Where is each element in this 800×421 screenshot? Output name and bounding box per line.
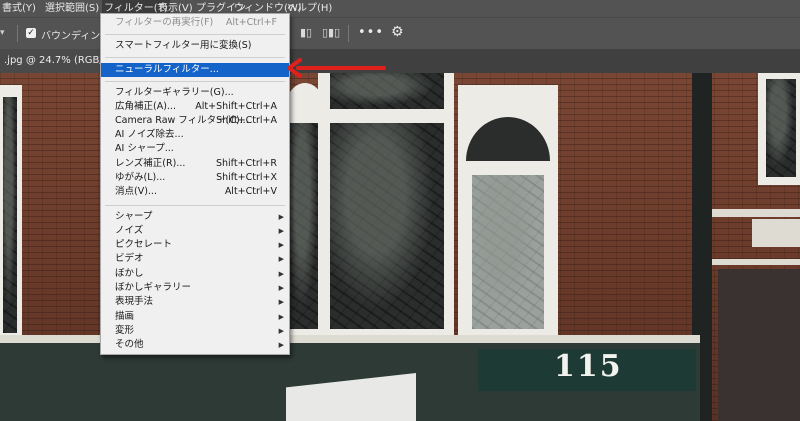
menu-item-label: 変形 — [115, 325, 135, 336]
menu-select[interactable]: 選択範囲(S) — [45, 0, 99, 17]
menu-item-neural-filters[interactable]: ニューラルフィルター... — [101, 63, 289, 77]
menu-item-filter-gallery[interactable]: フィルターギャラリー(G)... — [101, 86, 289, 100]
menu-item-label: AI ノイズ除去... — [115, 129, 184, 140]
menu-separator — [105, 205, 285, 206]
submenu-arrow-icon: ▶ — [278, 227, 284, 235]
menu-item-render[interactable]: 描画 ▶ — [101, 310, 289, 324]
window-glass — [330, 123, 444, 329]
submenu-arrow-icon: ▶ — [278, 255, 284, 263]
align-left-icon[interactable]: ▮▯ — [300, 26, 312, 39]
gear-icon[interactable]: ⚙ — [391, 24, 404, 40]
menu-item-vanishing-point[interactable]: 消点(V)... Alt+Ctrl+V — [101, 185, 289, 199]
options-divider — [17, 25, 18, 42]
storefront — [718, 269, 800, 421]
menu-item-label: 表現手法 — [115, 296, 154, 307]
building-number: 115 — [554, 349, 623, 384]
annotation-arrow-icon — [287, 58, 386, 78]
submenu-arrow-icon: ▶ — [278, 327, 284, 335]
menu-item-label: レンズ補正(R)... — [115, 158, 186, 169]
menu-item-camera-raw[interactable]: Camera Raw フィルター(C)... Shift+Ctrl+A — [101, 114, 289, 128]
menu-item-label: 消点(V)... — [115, 186, 157, 197]
menu-item-label: シャープ — [115, 211, 153, 222]
submenu-arrow-icon: ▶ — [278, 213, 284, 221]
ledge — [752, 219, 800, 247]
window-glass — [330, 73, 444, 109]
menu-item-shortcut: Alt+Shift+Ctrl+A — [195, 101, 277, 112]
menu-format[interactable]: 書式(Y) — [2, 0, 36, 17]
menu-item-label: その他 — [115, 339, 144, 350]
menu-item-label: ノイズ — [115, 225, 144, 236]
ledge — [712, 209, 800, 217]
window-glass — [3, 97, 17, 333]
menu-help[interactable]: ヘルプ(H) — [287, 0, 332, 17]
menu-item-label: ビデオ — [115, 253, 144, 264]
menu-item-last-filter[interactable]: フィルターの再実行(F) Alt+Ctrl+F — [101, 16, 289, 30]
window-glass — [290, 123, 320, 329]
menu-item-label: 広角補正(A)... — [115, 101, 176, 112]
menu-item-distort[interactable]: 変形 ▶ — [101, 324, 289, 338]
menu-item-label: ニューラルフィルター... — [115, 64, 219, 75]
submenu-arrow-icon: ▶ — [278, 298, 284, 306]
menu-item-lens-correction[interactable]: レンズ補正(R)... Shift+Ctrl+R — [101, 157, 289, 171]
menu-item-adaptive-wide-angle[interactable]: 広角補正(A)... Alt+Shift+Ctrl+A — [101, 100, 289, 114]
menu-item-shortcut: Shift+Ctrl+A — [216, 115, 277, 126]
submenu-arrow-icon: ▶ — [278, 284, 284, 292]
menu-item-label: フィルターの再実行(F) — [115, 17, 214, 28]
distribute-icon[interactable]: ▯▮▯ — [322, 26, 340, 39]
document-tab-title: .jpg @ 24.7% (RGB/8) — [4, 55, 114, 66]
menu-item-stylize[interactable]: 表現手法 ▶ — [101, 295, 289, 309]
submenu-arrow-icon: ▶ — [278, 313, 284, 321]
submenu-arrow-icon: ▶ — [278, 341, 284, 349]
ledge — [712, 259, 800, 265]
menu-item-ai-denoise[interactable]: AI ノイズ除去... — [101, 128, 289, 142]
menu-item-liquify[interactable]: ゆがみ(L)... Shift+Ctrl+X — [101, 171, 289, 185]
menu-item-blur-gallery[interactable]: ぼかしギャラリー ▶ — [101, 281, 289, 295]
menu-item-other[interactable]: その他 ▶ — [101, 338, 289, 352]
menu-item-label: ピクセレート — [115, 239, 173, 250]
options-divider — [348, 25, 349, 42]
auto-select-checkbox[interactable]: ✓ — [26, 28, 36, 38]
menu-separator — [105, 34, 285, 35]
chevron-down-icon[interactable]: ▾ — [0, 27, 12, 39]
menu-item-ai-sharpen[interactable]: AI シャープ... — [101, 142, 289, 156]
menu-item-label: スマートフィルター用に変換(S) — [115, 40, 252, 51]
menu-item-shortcut: Alt+Ctrl+V — [224, 186, 277, 197]
submenu-arrow-icon: ▶ — [278, 270, 284, 278]
more-options-button[interactable]: ••• — [358, 25, 384, 40]
menu-item-blur[interactable]: ぼかし ▶ — [101, 267, 289, 281]
menu-item-pixelate[interactable]: ピクセレート ▶ — [101, 238, 289, 252]
menu-item-convert-smart-filter[interactable]: スマートフィルター用に変換(S) — [101, 39, 289, 53]
menu-item-label: フィルターギャラリー(G)... — [115, 87, 234, 98]
menu-item-label: ぼかしギャラリー — [115, 282, 192, 293]
menu-separator — [105, 81, 285, 82]
menu-item-shortcut: Alt+Ctrl+F — [225, 17, 277, 28]
menu-item-noise[interactable]: ノイズ ▶ — [101, 224, 289, 238]
menu-item-shortcut: Shift+Ctrl+X — [216, 172, 277, 183]
filter-menu: フィルターの再実行(F) Alt+Ctrl+F スマートフィルター用に変換(S)… — [100, 13, 290, 355]
menu-item-label: 描画 — [115, 311, 135, 322]
menu-item-label: ぼかし — [115, 268, 144, 279]
menu-item-video[interactable]: ビデオ ▶ — [101, 252, 289, 266]
menu-item-sharpen[interactable]: シャープ ▶ — [101, 210, 289, 224]
window-glass — [472, 175, 544, 329]
menu-separator — [105, 57, 285, 58]
menu-item-label: ゆがみ(L)... — [115, 172, 166, 183]
menu-item-shortcut: Shift+Ctrl+R — [215, 158, 277, 169]
menu-item-label: AI シャープ... — [115, 143, 174, 154]
submenu-arrow-icon: ▶ — [278, 241, 284, 249]
window-glass — [766, 79, 796, 177]
